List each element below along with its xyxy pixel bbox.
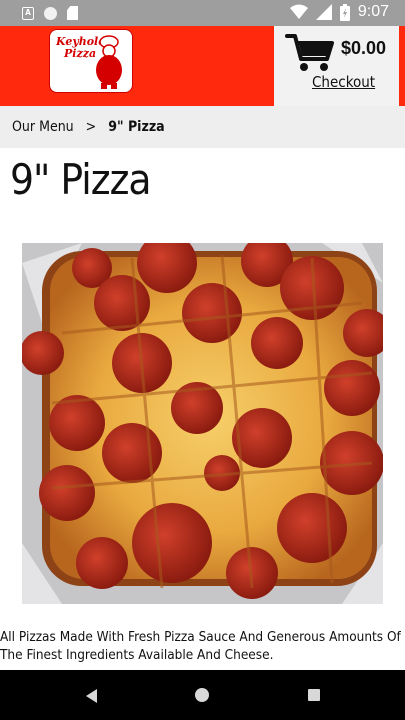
pizza-photo [22,243,383,604]
status-bar: A 9:07 [0,0,405,26]
header-edge [399,26,405,106]
wifi-icon [289,4,308,19]
breadcrumb-our-menu[interactable]: Our Menu [12,119,74,135]
app-header: Keyhole Pizza $0.00 Checkout [0,26,405,106]
chef-mascot-icon [96,35,122,89]
checkout-link[interactable]: Checkout [312,73,375,91]
back-icon[interactable] [86,689,97,703]
recents-icon[interactable] [308,689,320,701]
keyhole-pizza-logo[interactable]: Keyhole Pizza [49,29,133,93]
battery-icon [339,3,350,21]
signal-icon [315,4,332,20]
clock: 9:07 [357,3,389,20]
breadcrumb-separator: > [85,119,97,135]
cart-panel[interactable]: $0.00 Checkout [274,26,399,106]
sd-card-icon [67,6,78,20]
cart-total: $0.00 [341,38,387,58]
circle-notification-icon [44,6,57,20]
page-title: 9" Pizza [10,155,152,204]
breadcrumb: Our Menu > 9" Pizza [0,106,405,148]
product-description: All Pizzas Made With Fresh Pizza Sauce A… [0,629,401,663]
a-notification-icon: A [22,6,34,20]
breadcrumb-current: 9" Pizza [108,119,165,135]
product-image [22,243,383,604]
android-nav-bar [0,670,405,720]
home-icon[interactable] [195,688,209,702]
shopping-cart-icon[interactable] [285,33,335,73]
